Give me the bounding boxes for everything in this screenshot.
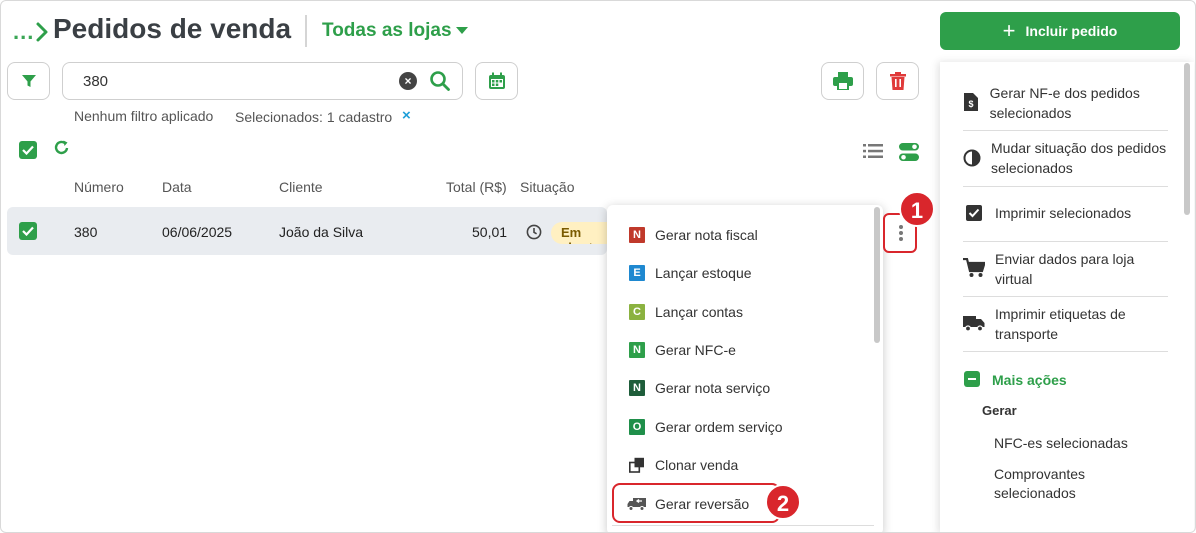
action-label: Mudar situação dos pedidos selecionados [991,140,1167,176]
highlight-gerar-reversao [612,483,780,523]
clear-search-icon[interactable]: × [399,72,417,90]
check-icon [22,226,34,236]
menu-item-gerar-nota-servico[interactable]: N Gerar nota serviço [629,376,770,400]
print-button[interactable] [821,62,864,100]
clear-selection-icon[interactable]: × [402,107,411,124]
menu-item-gerar-ordem-servico[interactable]: O Gerar ordem serviço [629,415,783,439]
nfce-icon: N [629,342,645,358]
menu-item-label: Gerar nota fiscal [655,227,758,243]
menu-item-label: Clonar venda [655,457,739,473]
action-label: Enviar dados para loja virtual [995,251,1135,287]
divider [963,351,1168,352]
refresh-icon[interactable] [53,139,71,157]
more-actions-toggle[interactable]: Mais ações [992,372,1067,388]
action-imprimir-etiquetas[interactable]: Imprimir etiquetas de transporte [963,304,1168,344]
stock-icon: E [629,265,645,281]
action-imprimir-selecionados[interactable]: Imprimir selecionados [963,203,1168,223]
menu-scrollbar[interactable] [874,207,880,343]
menu-divider [612,525,874,526]
select-all-checkbox[interactable] [19,141,37,159]
bulk-actions-panel [940,62,1194,532]
toggle-columns-icon[interactable] [899,142,919,162]
menu-item-label: Lançar estoque [655,265,752,281]
annotation-step-1: 1 [899,191,935,227]
action-label: Gerar NF-e dos pedidos selecionados [989,85,1140,121]
divider [963,130,1168,131]
row-checkbox[interactable] [19,222,37,240]
page-title: Pedidos de venda [53,13,292,44]
accounts-icon: C [629,304,645,320]
check-icon [22,145,34,155]
delete-button[interactable] [876,62,919,100]
filter-button[interactable] [7,62,50,100]
trash-icon [889,72,906,90]
divider [963,241,1168,242]
action-label: Imprimir etiquetas de transporte [995,306,1126,342]
kebab-icon [899,225,903,229]
add-order-label: Incluir pedido [1025,23,1118,39]
chevron-right-icon [36,22,48,42]
menu-item-label: Lançar contas [655,304,743,320]
checkbox-icon [963,203,985,221]
collapse-icon[interactable] [964,371,980,387]
cell-cliente: João da Silva [279,224,364,240]
kebab-dot [899,237,903,241]
contrast-icon [963,138,981,167]
svg-text:$: $ [969,99,974,109]
column-header-total[interactable]: Total (R$) [446,179,507,195]
generate-heading: Gerar [982,403,1017,418]
breadcrumb-more[interactable]: ... [13,19,34,45]
divider [963,296,1168,297]
store-selector[interactable]: Todas as lojas [322,20,452,42]
annotation-step-2: 2 [765,484,801,520]
menu-item-lancar-estoque[interactable]: E Lançar estoque [629,261,752,285]
clone-icon [629,457,644,473]
service-order-icon: O [629,419,645,435]
menu-item-label: Gerar ordem serviço [655,419,783,435]
caret-down-icon[interactable] [456,27,468,34]
cell-data: 06/06/2025 [162,224,233,240]
service-invoice-icon: N [629,380,645,396]
invoice-icon: $ [963,83,980,111]
app-frame: ... Pedidos de venda Todas as lojas 380 … [0,0,1196,533]
date-filter-button[interactable] [475,62,518,100]
filter-status: Nenhum filtro aplicado [74,108,214,124]
menu-item-label: Gerar NFC-e [655,342,736,358]
cell-numero: 380 [74,224,98,240]
truck-icon [963,304,985,332]
generate-nfce-selected[interactable]: NFC-es selecionadas [994,434,1128,453]
menu-item-gerar-nfce[interactable]: N Gerar NFC-e [629,338,736,362]
menu-item-clonar-venda[interactable]: Clonar venda [629,453,738,477]
action-gerar-nfe[interactable]: $ Gerar NF-e dos pedidos selecionados [963,83,1168,123]
cart-icon [963,249,985,278]
action-label: Imprimir selecionados [995,205,1132,221]
search-input[interactable]: 380 × [62,62,463,100]
action-mudar-situacao[interactable]: Mudar situação dos pedidos selecionados [963,138,1168,178]
nfe-icon: N [629,227,645,243]
plus-icon: + [1002,18,1016,43]
column-header-data[interactable]: Data [162,179,192,195]
generate-receipts-selected[interactable]: Comprovantes selecionados [994,465,1114,503]
menu-item-label: Gerar nota serviço [655,380,771,396]
list-view-icon[interactable] [863,143,883,159]
panel-scrollbar[interactable] [1184,63,1190,215]
printer-icon [832,72,853,90]
cell-total: 50,01 [472,224,508,240]
menu-item-lancar-contas[interactable]: C Lançar contas [629,300,743,324]
add-order-button[interactable]: + Incluir pedido [940,12,1180,50]
column-header-situacao[interactable]: Situação [520,179,574,195]
search-value[interactable]: 380 [83,73,108,90]
column-header-numero[interactable]: Número [74,179,124,195]
divider [963,186,1168,187]
menu-item-gerar-nota-fiscal[interactable]: N Gerar nota fiscal [629,223,758,247]
search-icon[interactable] [429,70,451,92]
selection-status: Selecionados: 1 cadastro [235,109,393,125]
header-divider [305,15,307,47]
kebab-dot [899,231,903,235]
action-enviar-loja-virtual[interactable]: Enviar dados para loja virtual [963,249,1168,289]
calendar-icon [488,72,505,89]
clock-icon [526,224,542,240]
column-header-cliente[interactable]: Cliente [279,179,323,195]
filter-icon [21,75,36,87]
